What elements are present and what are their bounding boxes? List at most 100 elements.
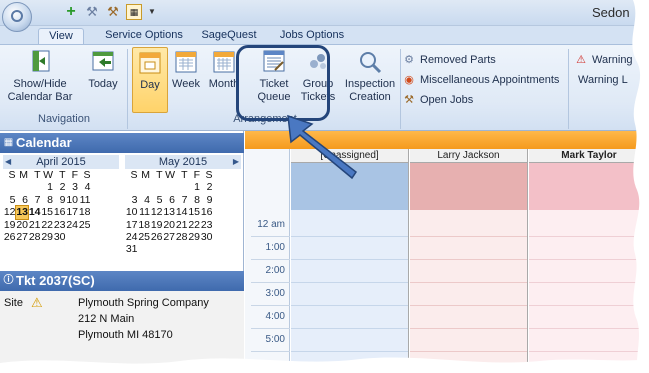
resource-column-larry-jackson[interactable]: Larry Jackson — [410, 149, 528, 373]
weekday-label: S — [205, 169, 213, 181]
calendar-day[interactable]: 25 — [78, 219, 91, 231]
calendar-day-empty — [188, 243, 201, 255]
calendar-day[interactable]: 19 — [150, 219, 163, 231]
column-header[interactable]: [Unassigned] — [291, 149, 408, 163]
calendar-day[interactable]: 26 — [3, 231, 16, 243]
calendar-day[interactable]: 26 — [150, 231, 163, 243]
column-header[interactable]: Mark Taylor — [529, 149, 649, 163]
today-button[interactable]: Today — [84, 49, 122, 91]
tab-jobs-options[interactable]: Jobs Options — [276, 28, 348, 45]
calendar-day[interactable]: 14 — [28, 206, 41, 218]
time-divider — [251, 351, 290, 352]
calendar-day[interactable]: 12 — [150, 206, 163, 218]
calendar-day[interactable]: 10 — [66, 194, 78, 206]
inspection-creation-button[interactable]: Inspection Creation — [342, 49, 398, 104]
calendar-day-empty — [125, 181, 138, 193]
calendar-day[interactable]: 22 — [41, 219, 53, 231]
calendar-icon[interactable]: ▦ — [126, 4, 142, 20]
next-month-icon[interactable]: ▶ — [233, 155, 239, 169]
calendar-day[interactable]: 29 — [188, 231, 200, 243]
calendar-day[interactable]: 15 — [41, 206, 53, 218]
calendar-day[interactable]: 6 — [16, 194, 28, 206]
column-header[interactable]: Larry Jackson — [410, 149, 527, 163]
dropdown-icon[interactable]: ▼ — [147, 4, 157, 20]
warning-list-item[interactable]: Warning L — [578, 72, 628, 88]
miscellaneous-appointments-item[interactable]: ◉ Miscellaneous Appointments — [402, 72, 559, 88]
calendar-day[interactable]: 22 — [188, 219, 200, 231]
calendar-day[interactable]: 19 — [3, 219, 16, 231]
calendar-day[interactable]: 3 — [125, 194, 138, 206]
allday-band[interactable] — [291, 163, 408, 210]
calendar-day[interactable]: 2 — [53, 181, 66, 193]
show-hide-calendar-bar-button[interactable]: Show/Hide Calendar Bar — [6, 49, 74, 104]
calendar-day[interactable]: 24 — [125, 231, 138, 243]
day-view-button[interactable]: Day — [132, 47, 168, 113]
calendar-day[interactable]: 24 — [66, 219, 78, 231]
calendar-day[interactable]: 30 — [200, 231, 213, 243]
calendar-day[interactable]: 7 — [175, 194, 188, 206]
calendar-day[interactable]: 7 — [28, 194, 41, 206]
calendar-day[interactable]: 5 — [150, 194, 163, 206]
calendar-day[interactable]: 1 — [188, 181, 200, 193]
week-view-button[interactable]: Week — [170, 49, 202, 91]
calendar-day[interactable]: 8 — [188, 194, 200, 206]
removed-parts-item[interactable]: ⚙ Removed Parts — [402, 52, 496, 68]
calendar-day[interactable]: 4 — [138, 194, 150, 206]
warning-item[interactable]: ⚠ Warning — [574, 52, 633, 68]
calendar-day[interactable]: 10 — [125, 206, 138, 218]
tab-view[interactable]: View — [38, 28, 84, 45]
calendar-day[interactable]: 27 — [16, 231, 28, 243]
calendar-day[interactable]: 23 — [200, 219, 213, 231]
calendar-day[interactable]: 21 — [28, 219, 41, 231]
calendar-day[interactable]: 8 — [41, 194, 53, 206]
calendar-day[interactable]: 15 — [188, 206, 200, 218]
hammer-icon[interactable]: ⚒ — [105, 4, 121, 20]
hammer-icon: ⚒ — [404, 94, 414, 106]
today-label: Today — [88, 78, 118, 90]
calendar-day[interactable]: 27 — [163, 231, 175, 243]
calendar-day[interactable]: 1 — [41, 181, 53, 193]
prev-month-icon[interactable]: ◀ — [5, 155, 11, 169]
site-name[interactable]: Plymouth Spring Company — [78, 297, 209, 309]
calendar-day[interactable]: 31 — [125, 243, 138, 255]
open-jobs-item[interactable]: ⚒ Open Jobs — [402, 92, 473, 108]
calendar-day[interactable]: 17 — [125, 219, 138, 231]
calendar-day[interactable]: 9 — [200, 194, 213, 206]
calendar-day[interactable]: 12 — [3, 206, 16, 218]
calendar-day[interactable]: 21 — [175, 219, 188, 231]
target-icon: ◉ — [404, 74, 414, 86]
calendar-day[interactable]: 16 — [200, 206, 213, 218]
calendar-day[interactable]: 17 — [66, 206, 78, 218]
calendar-day[interactable]: 13 — [163, 206, 175, 218]
tab-service-options[interactable]: Service Options — [98, 28, 190, 45]
calendar-day[interactable]: 6 — [163, 194, 175, 206]
wrench-icon[interactable]: ⚒ — [84, 4, 100, 20]
calendar-day[interactable]: 13 — [14, 205, 29, 220]
calendar-day[interactable]: 25 — [138, 231, 150, 243]
calendar-day[interactable]: 5 — [3, 194, 16, 206]
calendar-day[interactable]: 20 — [163, 219, 175, 231]
calendar-day[interactable]: 28 — [28, 231, 41, 243]
resource-column-mark-taylor[interactable]: Mark Taylor — [529, 149, 649, 373]
calendar-day[interactable]: 11 — [138, 206, 150, 218]
calendar-day[interactable]: 20 — [16, 219, 28, 231]
resource-column-unassigned[interactable]: [Unassigned] — [291, 149, 409, 373]
calendar-day[interactable]: 16 — [53, 206, 66, 218]
calendar-day[interactable]: 29 — [41, 231, 53, 243]
calendar-day[interactable]: 14 — [175, 206, 188, 218]
calendar-day[interactable]: 3 — [66, 181, 78, 193]
calendar-day[interactable]: 4 — [78, 181, 91, 193]
calendar-day[interactable]: 2 — [200, 181, 213, 193]
calendar-day[interactable]: 18 — [138, 219, 150, 231]
calendar-day[interactable]: 9 — [53, 194, 66, 206]
plus-icon[interactable]: + — [63, 4, 79, 20]
calendar-day[interactable]: 11 — [78, 194, 91, 206]
calendar-day[interactable]: 30 — [53, 231, 66, 243]
tab-sagequest[interactable]: SageQuest — [196, 28, 262, 45]
calendar-day[interactable]: 18 — [78, 206, 91, 218]
calendar-day[interactable]: 23 — [53, 219, 66, 231]
allday-band[interactable] — [529, 163, 649, 210]
calendar-day[interactable]: 28 — [175, 231, 188, 243]
allday-band[interactable] — [410, 163, 527, 210]
app-menu-button[interactable] — [2, 2, 32, 32]
